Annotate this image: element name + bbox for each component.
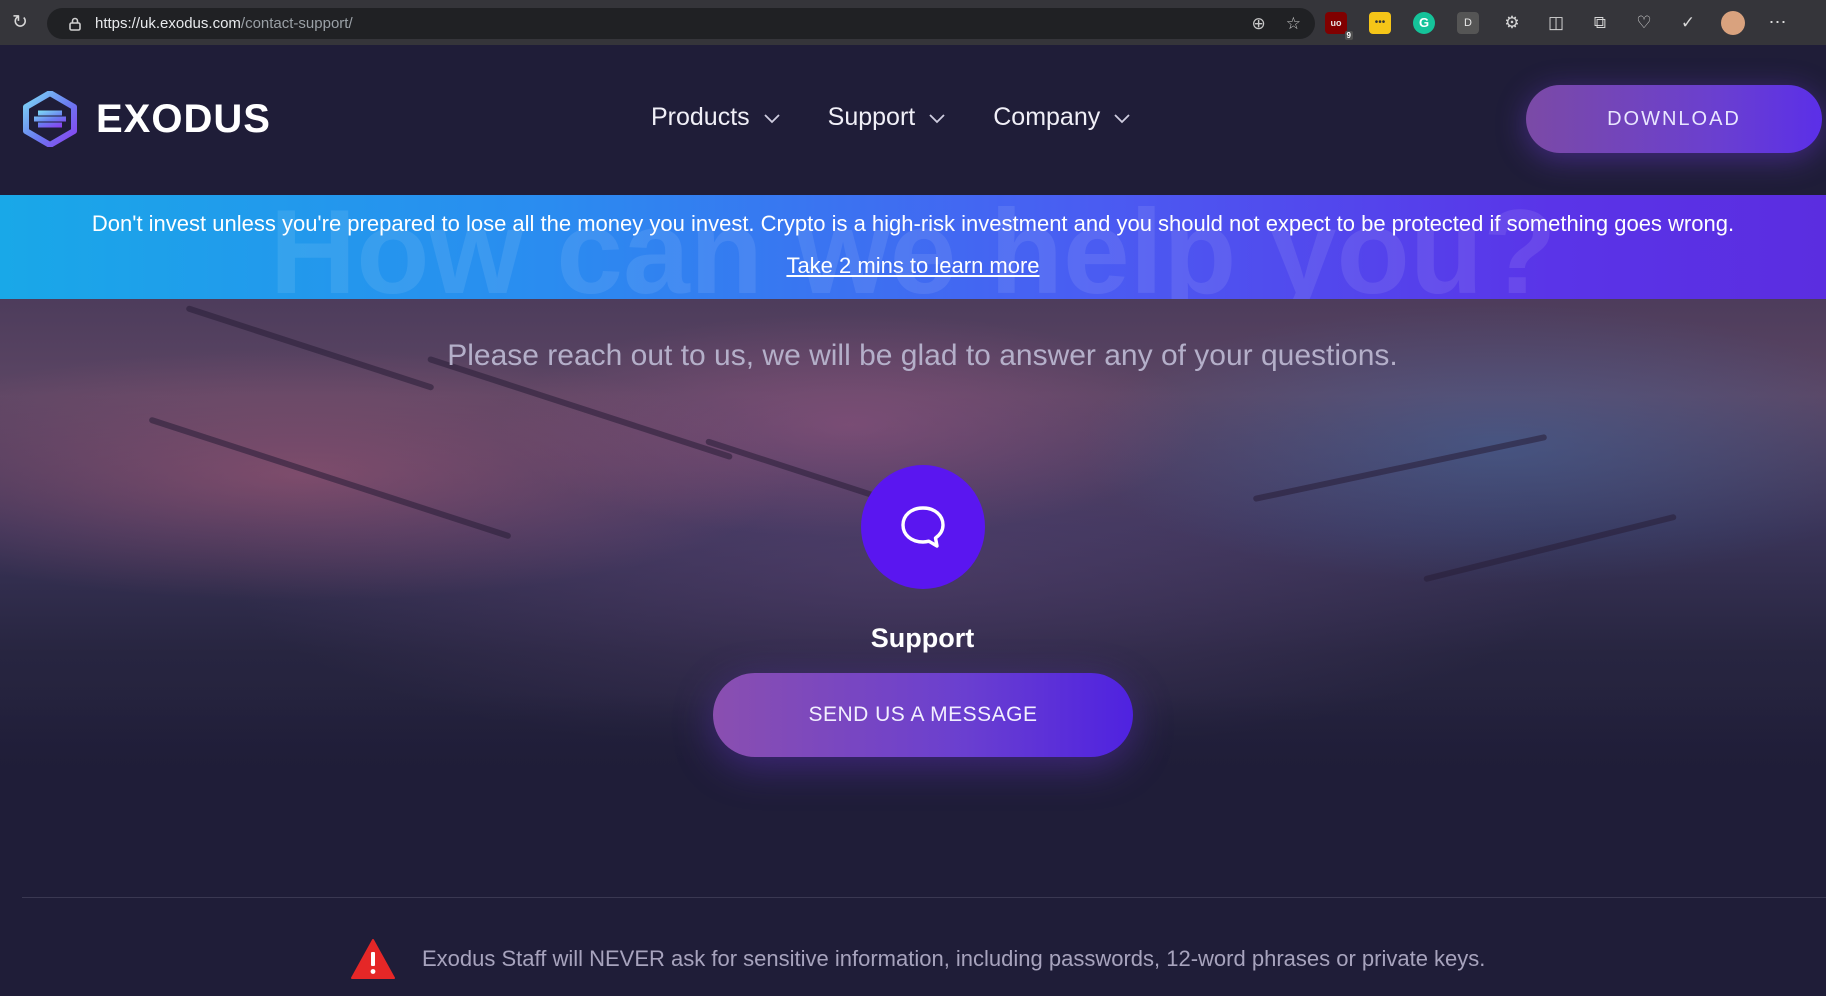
d-extension-icon[interactable]: D — [1457, 11, 1479, 34]
learn-more-link[interactable]: Take 2 mins to learn more — [0, 253, 1826, 279]
risk-warning-text: Don't invest unless you're prepared to l… — [91, 211, 1735, 236]
lock-icon[interactable] — [65, 17, 85, 31]
nav-label: Company — [993, 103, 1101, 131]
support-heading: Support — [870, 623, 975, 653]
browser-toolbar: ↻ https://uk.exodus.com/contact-support/… — [0, 0, 1826, 45]
grammarly-extension-icon[interactable]: G — [1413, 11, 1435, 34]
support-chat-icon-circle — [861, 465, 985, 589]
url-host: https://uk.exodus.com — [95, 15, 241, 32]
zoom-icon[interactable]: ⊕ — [1252, 14, 1266, 34]
url-text[interactable]: https://uk.exodus.com/contact-support/ — [95, 15, 353, 32]
profile-avatar[interactable] — [1721, 10, 1745, 35]
health-icon[interactable]: ♡ — [1633, 12, 1655, 34]
shield-check-icon[interactable]: ✓ — [1677, 12, 1699, 34]
nav-company[interactable]: Company — [993, 103, 1130, 132]
chevron-down-icon — [929, 113, 945, 123]
chevron-down-icon — [1114, 113, 1130, 123]
cloud — [1252, 433, 1548, 503]
url-path: /contact-support/ — [240, 15, 353, 32]
puzzle-extensions-icon[interactable]: ⚙ — [1501, 12, 1523, 34]
site-header: EXODUS Products Support Company DOWNLOAD — [0, 45, 1826, 195]
divider — [22, 897, 1826, 898]
security-warning: Exodus Staff will NEVER ask for sensitiv… — [350, 938, 1485, 980]
nav-products[interactable]: Products — [651, 103, 780, 132]
ublock-extension-icon[interactable]: uo 9 — [1325, 11, 1353, 40]
download-button[interactable]: DOWNLOAD — [1526, 85, 1822, 153]
page: EXODUS Products Support Company DOWNLOAD… — [0, 45, 1826, 996]
more-menu-icon[interactable]: ⋯ — [1767, 12, 1789, 34]
cloud — [1423, 513, 1677, 583]
collections-icon[interactable]: ⧉ — [1589, 12, 1611, 34]
reload-icon[interactable]: ↻ — [2, 0, 38, 45]
send-message-button[interactable]: SEND US A MESSAGE — [713, 673, 1133, 757]
cloud — [148, 416, 512, 540]
address-bar[interactable]: https://uk.exodus.com/contact-support/ ⊕… — [47, 8, 1315, 39]
main-nav: Products Support Company — [651, 103, 1130, 132]
nav-label: Products — [651, 103, 750, 131]
security-warning-text: Exodus Staff will NEVER ask for sensitiv… — [422, 946, 1486, 971]
chat-bubble-icon — [901, 506, 945, 548]
nav-support[interactable]: Support — [828, 103, 946, 132]
chevron-down-icon — [764, 113, 780, 123]
star-icon[interactable]: ☆ — [1286, 14, 1301, 34]
ublock-count: 9 — [1344, 30, 1353, 40]
exodus-logo[interactable]: EXODUS — [22, 91, 271, 147]
split-screen-icon[interactable]: ◫ — [1545, 12, 1567, 34]
warning-triangle-icon — [351, 939, 395, 979]
page-subtitle: Please reach out to us, we will be glad … — [447, 339, 1398, 372]
nav-label: Support — [827, 103, 916, 131]
brand-name: EXODUS — [96, 96, 271, 141]
notes-extension-icon[interactable]: ••• — [1369, 11, 1391, 34]
risk-warning-banner: How can we help you? Don't invest unless… — [0, 195, 1826, 299]
exodus-logo-icon — [23, 91, 77, 147]
